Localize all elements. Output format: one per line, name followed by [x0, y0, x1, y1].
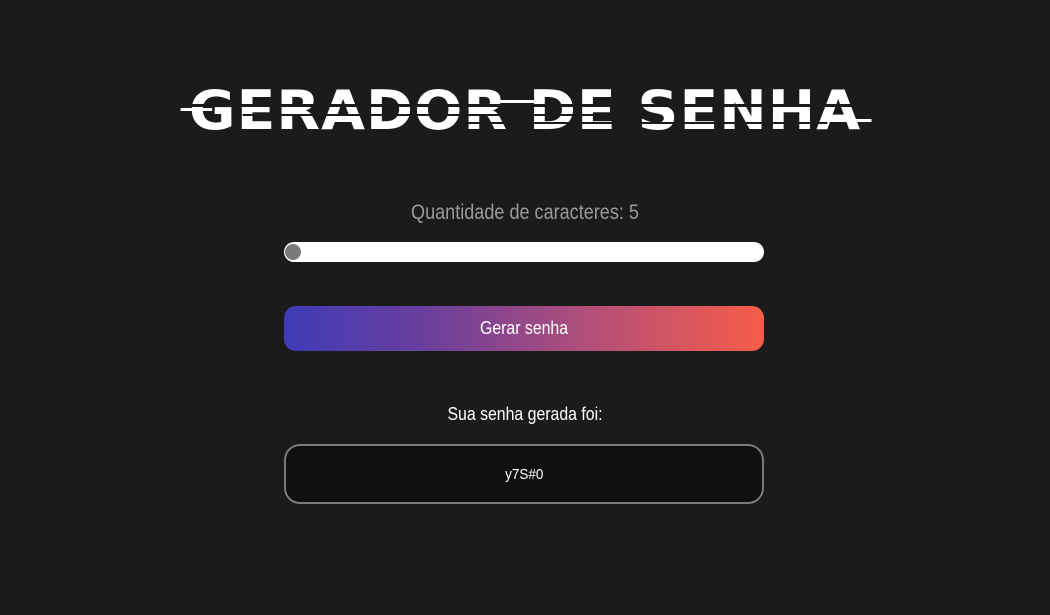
page-title: GERADOR DE SENHA — [180, 78, 872, 144]
generate-button-label: Gerar senha — [479, 318, 569, 338]
length-label: Quantidade de caracteres: 5 — [411, 201, 639, 224]
slider-thumb[interactable] — [285, 244, 301, 260]
glitch-stroke — [180, 108, 213, 111]
result-label: Sua senha gerada foi: — [447, 404, 603, 424]
generated-password[interactable]: y7S#0 — [505, 466, 543, 483]
title-container: GERADOR DE SENHA — [0, 78, 1050, 144]
glitch-stroke — [188, 104, 862, 107]
glitch-stroke — [846, 119, 872, 122]
glitch-stroke — [498, 100, 541, 103]
glitch-stroke — [242, 114, 660, 116]
length-slider[interactable] — [284, 242, 764, 262]
page-title-text: GERADOR DE SENHA — [188, 79, 862, 142]
password-generator-page: GERADOR DE SENHA Quantidade de caractere… — [0, 0, 1050, 615]
glitch-stroke — [457, 122, 828, 124]
password-output-box[interactable]: y7S#0 — [284, 444, 764, 504]
generate-password-button[interactable]: Gerar senha — [284, 306, 764, 351]
